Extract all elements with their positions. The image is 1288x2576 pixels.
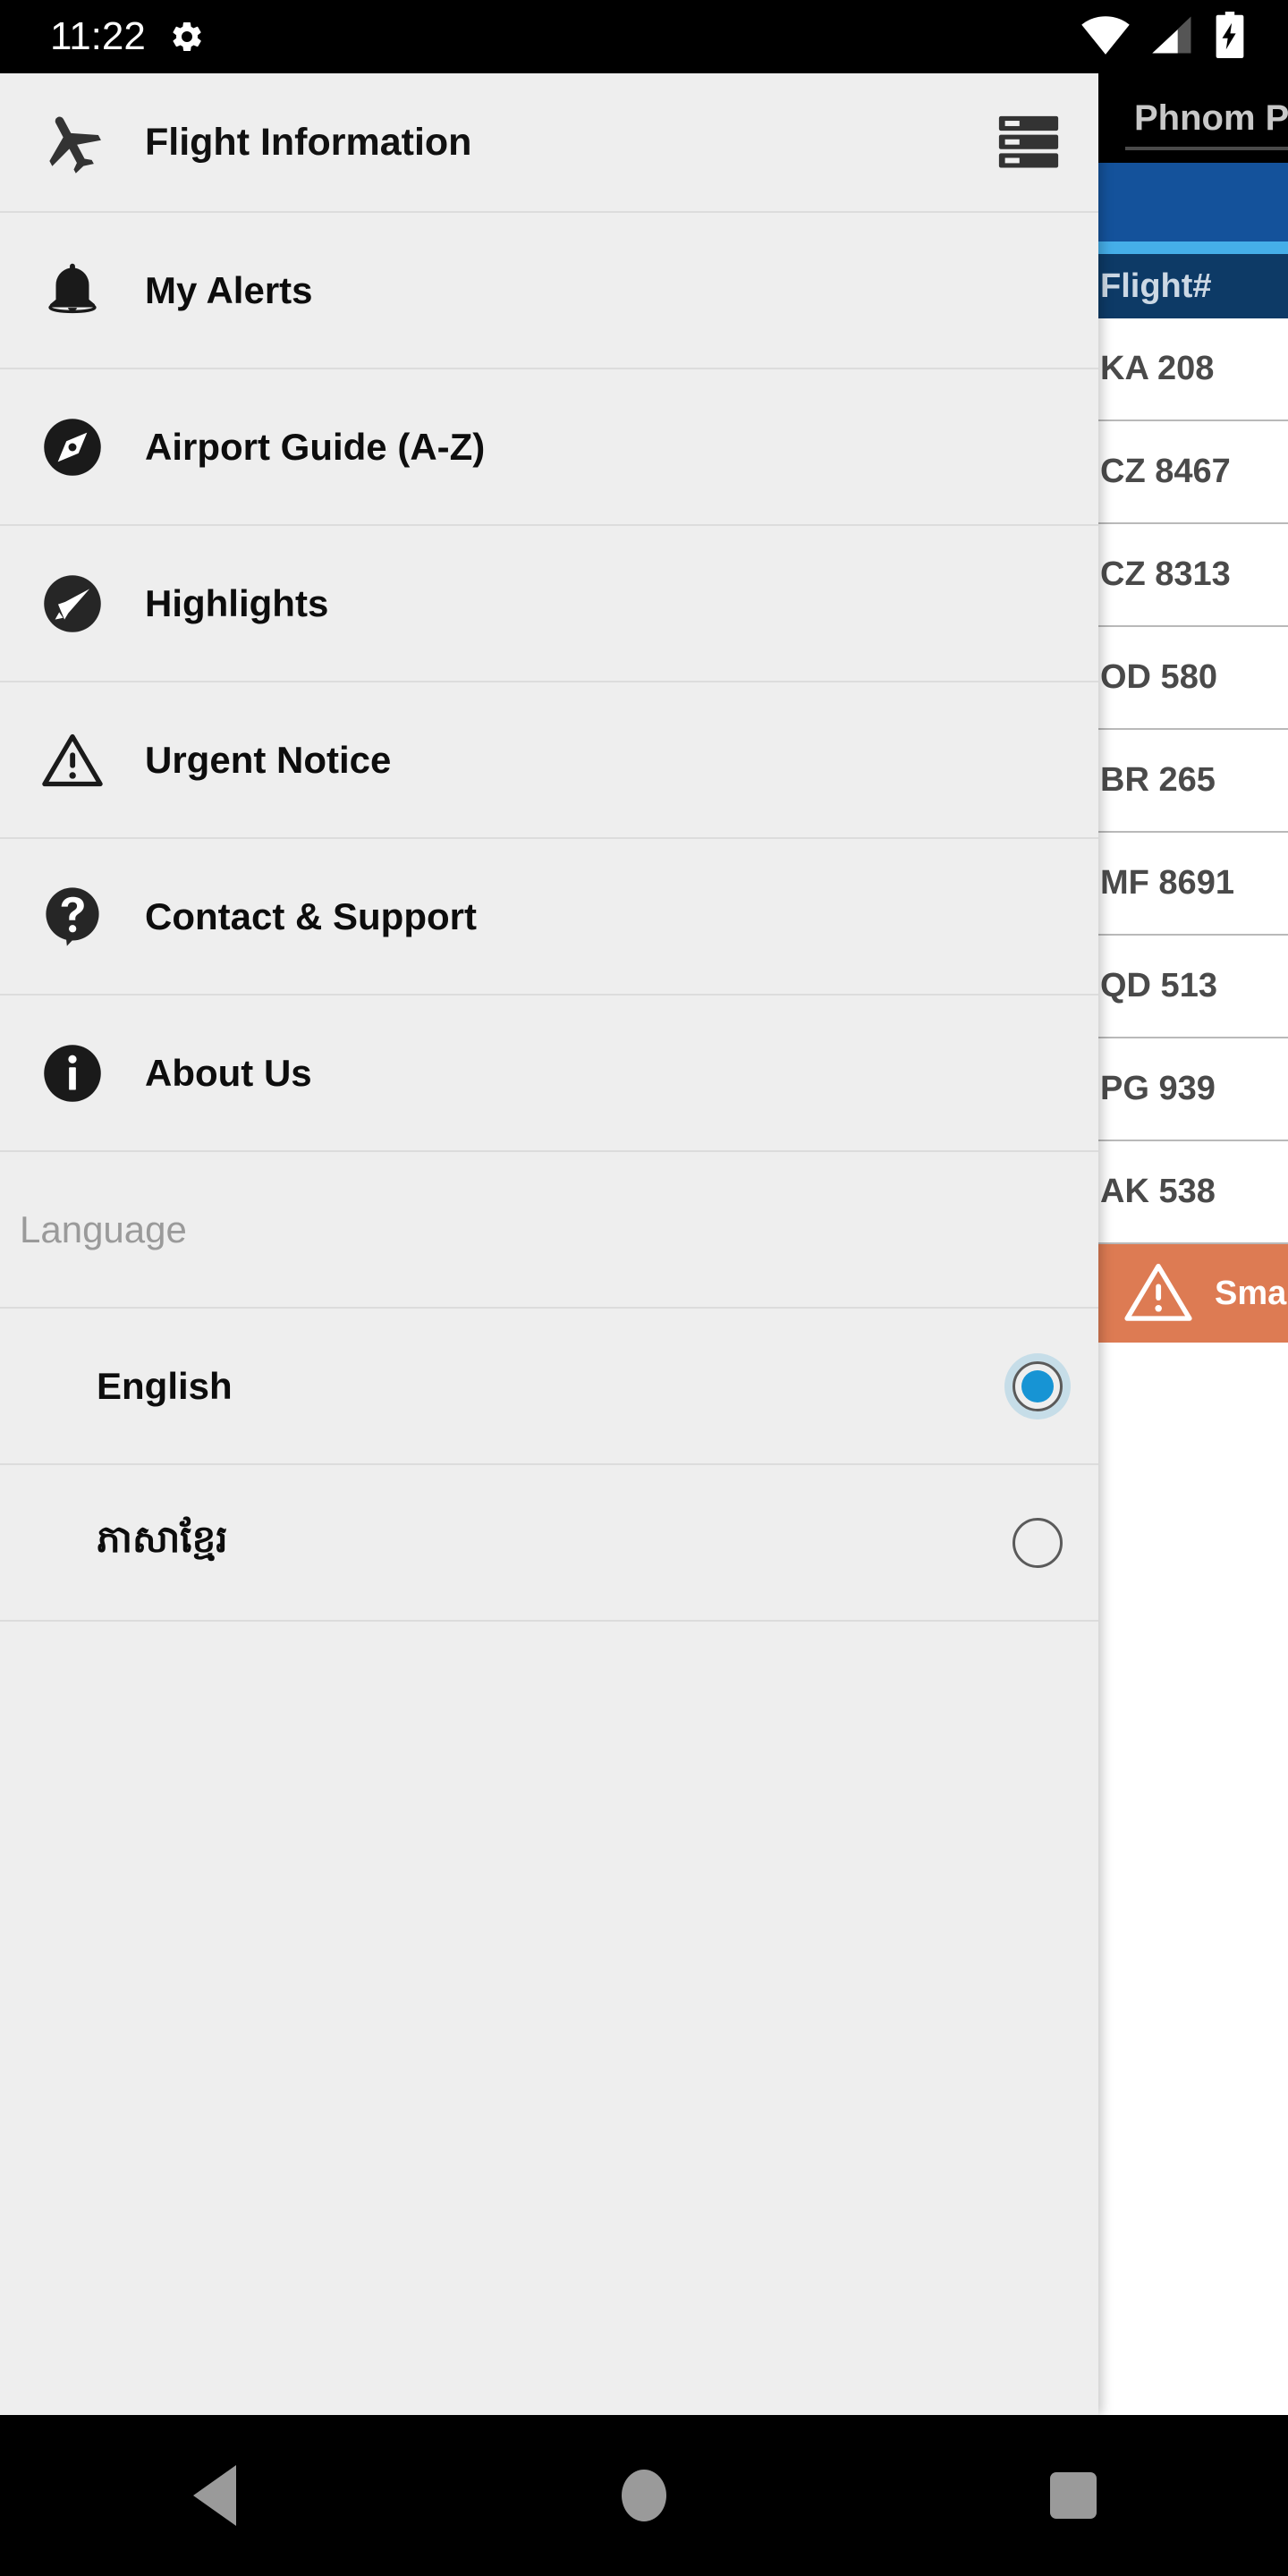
section-header-label: Language bbox=[20, 1208, 187, 1250]
sidebar-item-airport-guide[interactable]: Airport Guide (A-Z) bbox=[0, 369, 1098, 526]
wifi-icon bbox=[1080, 14, 1131, 60]
question-bubble-icon bbox=[34, 884, 111, 950]
drawer-header: Flight Information bbox=[0, 73, 1098, 213]
flight-number: QD 513 bbox=[1100, 967, 1217, 1004]
language-label: ភាសាខ្មែរ bbox=[97, 1517, 228, 1560]
flight-list-icon[interactable] bbox=[984, 114, 1073, 170]
page-title: Flight Information bbox=[145, 120, 472, 164]
recents-button[interactable] bbox=[984, 2415, 1163, 2576]
home-circle-icon bbox=[622, 2470, 666, 2521]
sidebar-item-label: Airport Guide (A-Z) bbox=[145, 425, 486, 468]
sidebar-item-label: My Alerts bbox=[145, 268, 313, 311]
back-button[interactable] bbox=[125, 2415, 304, 2576]
android-nav-bar bbox=[0, 2415, 1288, 2576]
sidebar-item-my-alerts[interactable]: My Alerts bbox=[0, 213, 1098, 369]
status-icons bbox=[1080, 11, 1259, 63]
flight-number: MF 8691 bbox=[1100, 864, 1234, 902]
sidebar-item-label: Contact & Support bbox=[145, 894, 477, 937]
drawer-empty-space bbox=[0, 1622, 1098, 2415]
home-button[interactable] bbox=[555, 2415, 733, 2576]
flight-number: AK 538 bbox=[1100, 1173, 1216, 1210]
flight-number: CZ 8313 bbox=[1100, 555, 1231, 593]
sidebar-item-about-us[interactable]: About Us bbox=[0, 996, 1098, 1152]
info-circle-icon bbox=[34, 1040, 111, 1106]
flight-number: OD 580 bbox=[1100, 658, 1217, 696]
flight-pane-title: Phnom Penh bbox=[1134, 97, 1288, 138]
sidebar-item-contact-support[interactable]: Contact & Support bbox=[0, 839, 1098, 996]
navigation-drawer: Flight Information My Alerts Airport Gui… bbox=[0, 73, 1098, 2415]
sidebar-item-highlights[interactable]: Highlights bbox=[0, 526, 1098, 682]
section-header-language: Language bbox=[0, 1152, 1098, 1309]
alert-banner-text: Smart bbox=[1215, 1274, 1288, 1312]
language-option-english[interactable]: English bbox=[0, 1309, 1098, 1465]
title-underline bbox=[1125, 147, 1288, 150]
language-label: English bbox=[97, 1364, 233, 1407]
column-header-flight-number: Flight# bbox=[1100, 267, 1212, 305]
sidebar-item-urgent-notice[interactable]: Urgent Notice bbox=[0, 682, 1098, 839]
sidebar-item-label: Urgent Notice bbox=[145, 738, 392, 781]
gear-icon bbox=[169, 19, 205, 55]
status-time: 11:22 bbox=[50, 14, 146, 58]
bell-icon bbox=[34, 258, 111, 324]
language-option-khmer[interactable]: ភាសាខ្មែរ bbox=[0, 1465, 1098, 1622]
compass-icon bbox=[34, 414, 111, 480]
megaphone-icon bbox=[34, 571, 111, 637]
warning-triangle-icon bbox=[34, 729, 111, 792]
radio-english[interactable] bbox=[1013, 1360, 1063, 1411]
flight-number: BR 265 bbox=[1100, 761, 1216, 799]
warning-triangle-icon bbox=[1122, 1259, 1195, 1328]
back-triangle-icon bbox=[193, 2465, 236, 2526]
sidebar-item-label: Highlights bbox=[145, 581, 329, 624]
radio-english-dot bbox=[1021, 1369, 1054, 1402]
phone-screen: 11:22 Phnom P Flight# KA 208 CZ 8467 CZ … bbox=[0, 0, 1288, 2576]
cell-signal-icon bbox=[1150, 14, 1195, 60]
radio-khmer[interactable] bbox=[1013, 1517, 1063, 1568]
flight-number: PG 939 bbox=[1100, 1070, 1216, 1107]
flight-number: KA 208 bbox=[1100, 350, 1215, 387]
recents-square-icon bbox=[1050, 2472, 1097, 2519]
flight-number: CZ 8467 bbox=[1100, 453, 1231, 490]
sidebar-item-label: About Us bbox=[145, 1051, 312, 1094]
status-bar: 11:22 bbox=[0, 0, 1288, 73]
battery-charging-icon bbox=[1215, 11, 1245, 63]
airplane-icon bbox=[34, 107, 111, 177]
